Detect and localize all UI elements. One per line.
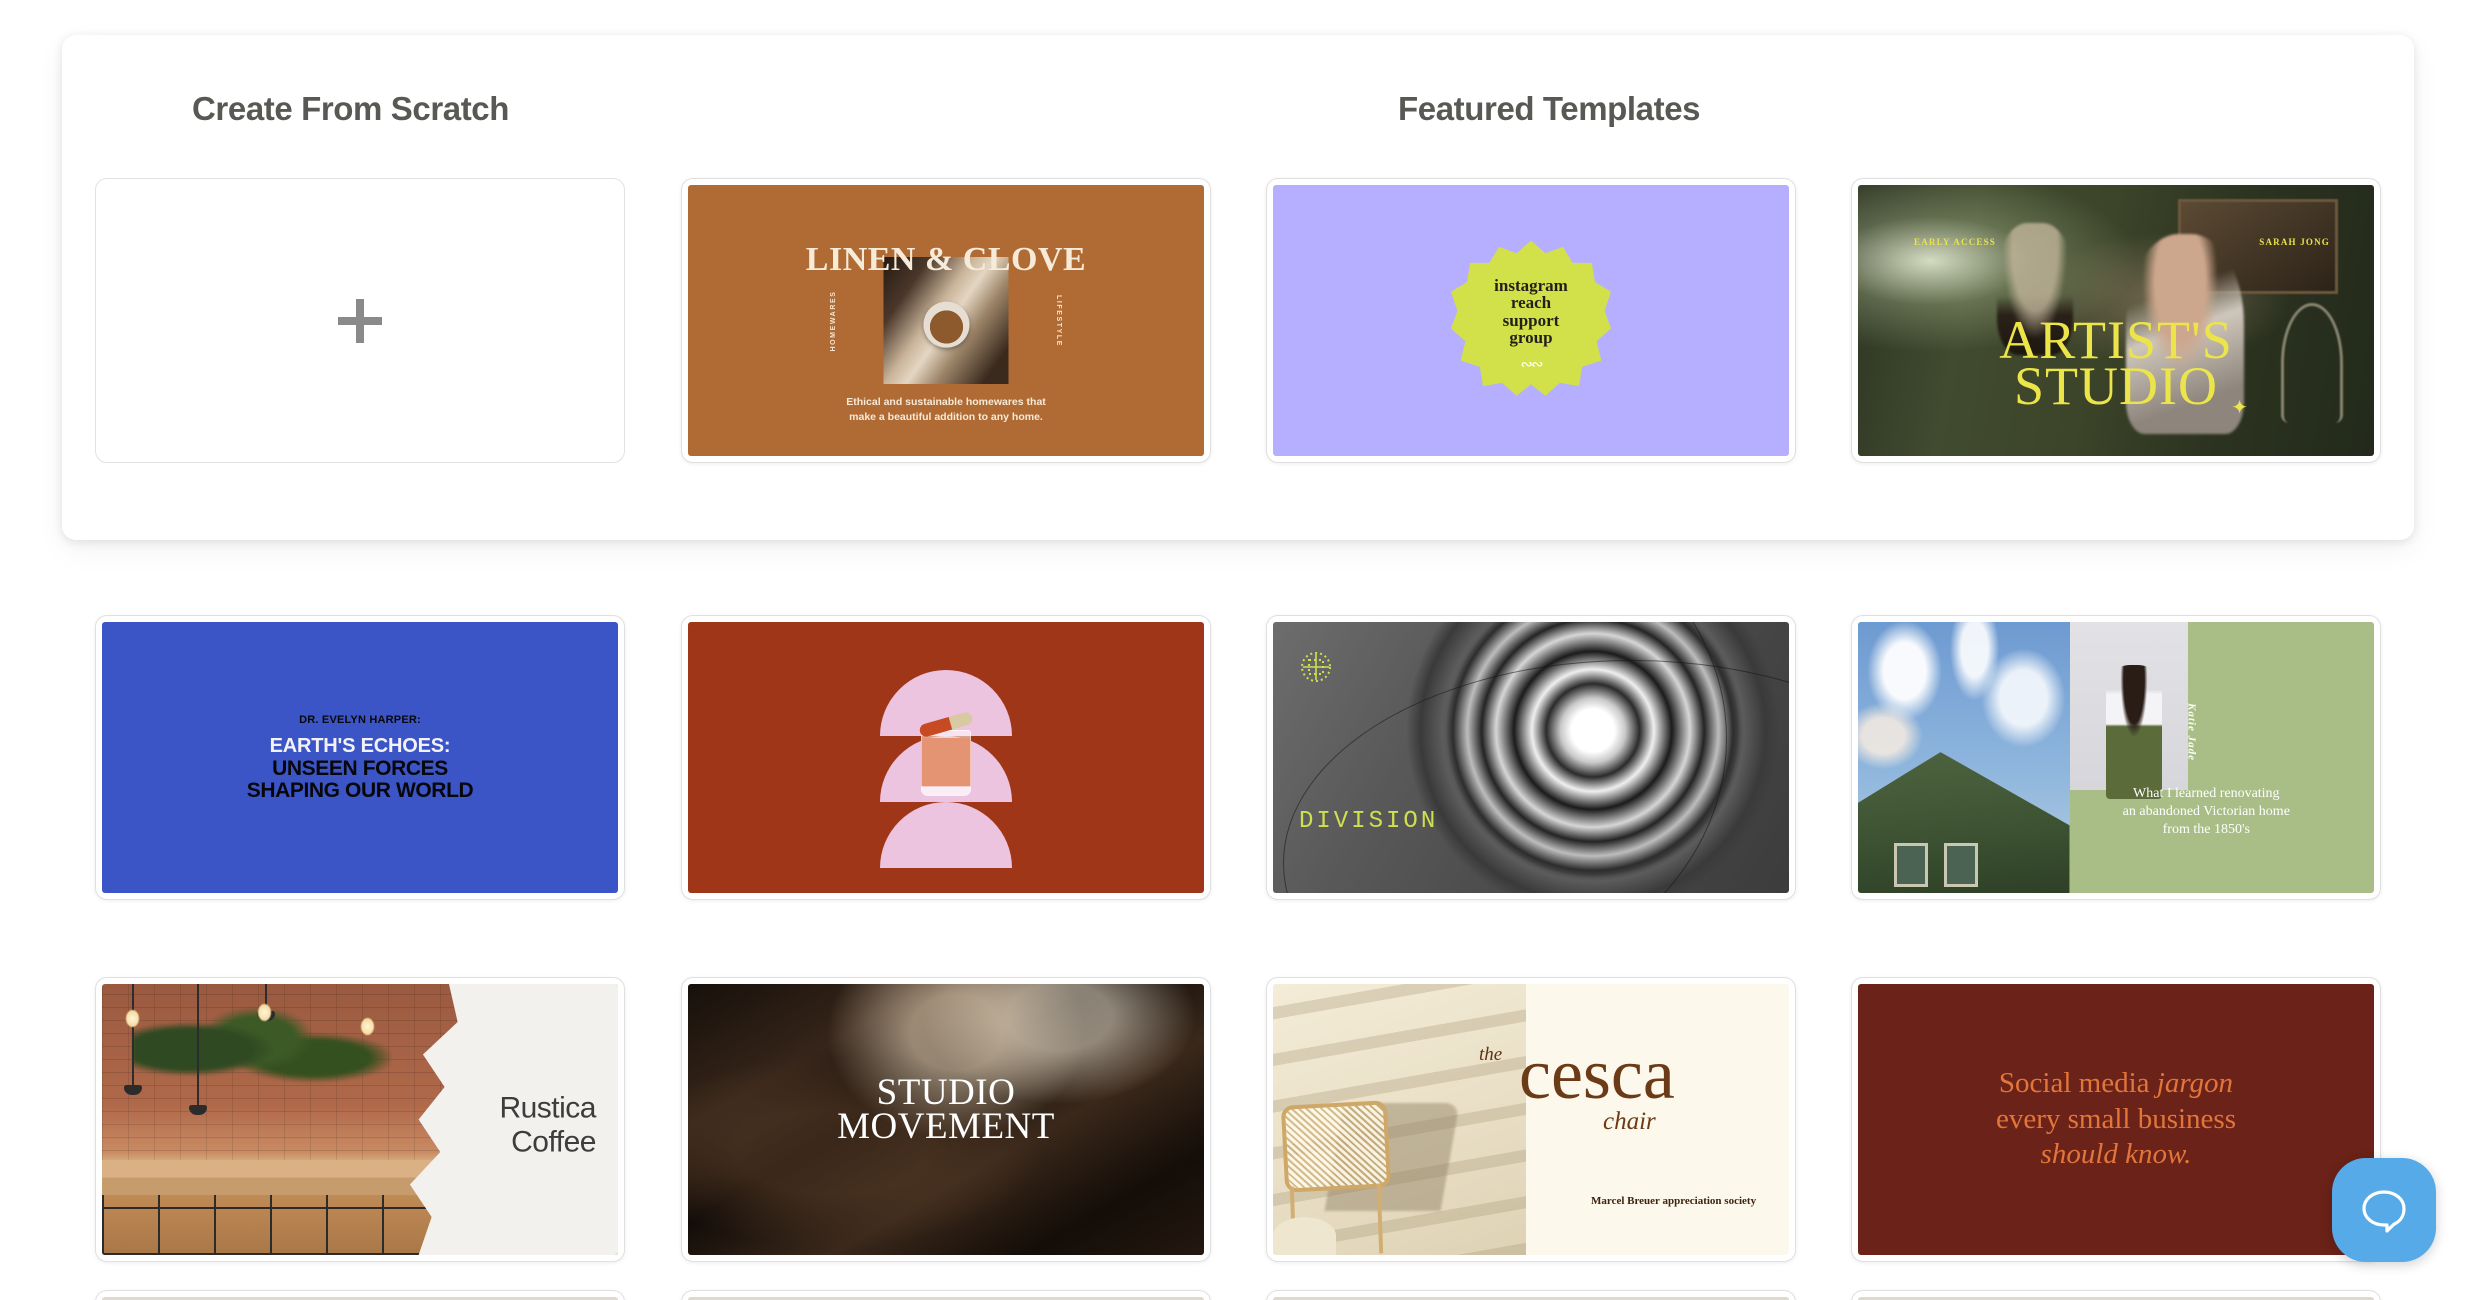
sparkle-icon: ✦ (2231, 397, 2248, 419)
jargon-line3: should know. (2040, 1138, 2192, 1171)
template-card-cocktail-arches[interactable] (681, 615, 1211, 900)
template-card-row4-2[interactable] (681, 1290, 1211, 1300)
create-blank-design-card[interactable] (95, 178, 625, 463)
template-card-studio-movement[interactable]: STUDIO MOVEMENT (681, 977, 1211, 1262)
template-card-instagram-support-group[interactable]: instagram reach support group ∾∾ (1266, 178, 1796, 463)
badge-text: instagram reach support group (1451, 241, 1611, 401)
plus-icon (338, 298, 382, 343)
chair-photo (1273, 984, 1526, 1255)
badge-line1: instagram (1494, 275, 1568, 295)
template-card-social-media-jargon[interactable]: Social media jargon every small business… (1851, 977, 2381, 1262)
person-photo (2105, 665, 2162, 800)
rustica-title-line2: Coffee (511, 1124, 596, 1158)
template-card-rustica-coffee[interactable]: Rustica Coffee (95, 977, 625, 1262)
pendant-lamp-2 (189, 984, 207, 1115)
jargon-line2: every small business (1995, 1102, 2236, 1135)
badge-line3: support (1502, 310, 1560, 330)
template-card-division[interactable]: DIVISION (1266, 615, 1796, 900)
template-thumbnail: DR. EVELYN HARPER: EARTH'S ECHOES: UNSEE… (102, 622, 618, 893)
template-thumbnail: Social media jargon every small business… (1858, 984, 2374, 1255)
template-card-linen-clove[interactable]: LINEN & CLOVE HOMEWARES LIFESTYLE Ethica… (681, 178, 1211, 463)
rustica-title-line1: Rustica (499, 1091, 596, 1125)
template-gallery-page: Create From Scratch Featured Templates L… (0, 0, 2476, 1300)
starburst-badge: instagram reach support group ∾∾ (1451, 240, 1611, 401)
chat-support-button[interactable] (2332, 1158, 2436, 1262)
home-caption-line2: an abandoned Victorian home (2122, 803, 2290, 819)
template-thumbnail: instagram reach support group ∾∾ (1273, 185, 1789, 456)
chair-backrest (1280, 1100, 1392, 1193)
template-thumbnail: STUDIO MOVEMENT (688, 984, 1204, 1255)
template-card-victorian-renovation[interactable]: Katie Jade What I learned renovating an … (1851, 615, 2381, 900)
home-caption: What I learned renovating an abandoned V… (2070, 785, 2344, 840)
linen-caption: Ethical and sustainable homewares that m… (688, 395, 1204, 425)
linen-caption-line1: Ethical and sustainable homewares that (846, 396, 1046, 408)
template-card-row4-4[interactable] (1851, 1290, 2381, 1300)
badge-line4: group (1509, 327, 1553, 347)
cesca-chair-word: chair (1603, 1108, 1656, 1135)
template-card-row4-3[interactable] (1266, 1290, 1796, 1300)
jargon-line1-a: Social media (1998, 1067, 2157, 1100)
template-card-earths-echoes[interactable]: DR. EVELYN HARPER: EARTH'S ECHOES: UNSEE… (95, 615, 625, 900)
template-card-artists-studio[interactable]: EARLY ACCESS SARAH JONG ARTIST'S STUDIO … (1851, 178, 2381, 463)
linen-side-label-right: LIFESTYLE (1055, 294, 1062, 347)
chair-seat (1273, 1217, 1337, 1255)
template-card-row4-1[interactable] (95, 1290, 625, 1300)
home-caption-line3: from the 1850's (2162, 821, 2250, 837)
template-thumbnail: DIVISION (1273, 622, 1789, 893)
artist-tag-left: EARLY ACCESS (1914, 237, 1997, 247)
template-thumbnail: the cesca chair Marcel Breuer appreciati… (1273, 984, 1789, 1255)
jargon-line1-b: jargon (2156, 1067, 2234, 1100)
house-window-left (1894, 843, 1928, 887)
linen-side-label-left: HOMEWARES (830, 289, 837, 352)
template-thumbnail (688, 622, 1204, 893)
earth-subtitle: UNSEEN FORCES SHAPING OUR WORLD (246, 756, 474, 802)
earth-subtitle-line2: SHAPING OUR WORLD (246, 778, 474, 802)
earth-title: EARTH'S ECHOES: (269, 734, 451, 757)
create-from-scratch-heading: Create From Scratch (192, 90, 510, 127)
badge-line2: reach (1510, 293, 1552, 313)
light-bulb-1 (126, 1010, 139, 1027)
linen-caption-line2: make a beautiful addition to any home. (849, 411, 1043, 424)
jargon-text: Social media jargon every small business… (1996, 1066, 2236, 1172)
artist-tag-right: SARAH JONG (2259, 237, 2330, 247)
division-title: DIVISION (1299, 808, 1439, 835)
studio-title: STUDIO MOVEMENT (688, 1074, 1204, 1148)
linen-title: LINEN & CLOVE (805, 241, 1087, 278)
earth-kicker: DR. EVELYN HARPER: (299, 713, 421, 726)
crosshair-target-icon (1301, 652, 1331, 682)
template-thumbnail: LINEN & CLOVE HOMEWARES LIFESTYLE Ethica… (688, 185, 1204, 456)
arch-shape-bottom (880, 802, 1012, 868)
template-thumbnail: Katie Jade What I learned renovating an … (1858, 622, 2374, 893)
template-thumbnail: EARLY ACCESS SARAH JONG ARTIST'S STUDIO … (1858, 185, 2374, 456)
light-bulb-3 (361, 1018, 374, 1035)
template-card-cesca-chair[interactable]: the cesca chair Marcel Breuer appreciati… (1266, 977, 1796, 1262)
studio-title-line2: MOVEMENT (837, 1106, 1055, 1148)
chat-bubble-icon (2362, 1190, 2406, 1233)
home-caption-line1: What I learned renovating (2133, 785, 2280, 801)
featured-templates-heading: Featured Templates (1398, 90, 1701, 127)
cocktail-glass (921, 730, 971, 796)
cesca-headline: cesca (1519, 1034, 1675, 1114)
earth-subtitle-line1: UNSEEN FORCES (272, 756, 448, 780)
rustica-title: Rustica Coffee (499, 1091, 596, 1158)
artist-title: ARTIST'S STUDIO (1858, 313, 2374, 413)
template-thumbnail: Rustica Coffee (102, 984, 618, 1255)
light-bulb-2 (258, 1004, 271, 1021)
house-window-right (1944, 843, 1978, 887)
pendant-lamp-1 (124, 984, 142, 1095)
cesca-the-word: the (1479, 1044, 1503, 1065)
hanging-plants (132, 1005, 391, 1115)
artist-title-line2: STUDIO (2014, 356, 2218, 417)
coffee-cup-icon (923, 301, 969, 348)
cesca-subtitle: Marcel Breuer appreciation society (1591, 1195, 1757, 1207)
author-name: Katie Jade (2185, 703, 2198, 762)
squiggle-flourish-icon: ∾∾ (1520, 356, 1543, 373)
